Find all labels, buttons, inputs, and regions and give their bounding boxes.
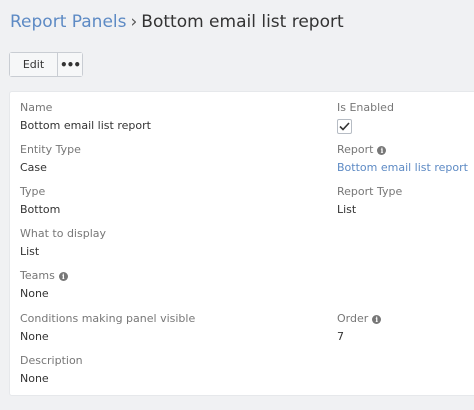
field-label: Order	[337, 312, 369, 325]
field-order: Order i 7	[337, 312, 382, 344]
more-actions-button[interactable]: •••	[58, 53, 82, 76]
field-label-wrapper: Teams i	[20, 269, 68, 283]
field-value: 7	[337, 330, 344, 343]
field-report: Report i Bottom email list report	[337, 143, 468, 175]
field-entity-type: Entity Type Case	[20, 143, 81, 175]
field-label: What to display	[20, 227, 106, 240]
field-report-type: Report Type List	[337, 185, 402, 217]
field-label-wrapper: Order i	[337, 312, 382, 326]
field-value: None	[20, 287, 49, 300]
field-label: Report	[337, 143, 374, 156]
field-value: None	[20, 372, 49, 385]
ellipsis-icon: •••	[59, 57, 81, 72]
field-conditions: Conditions making panel visible None	[20, 312, 195, 344]
field-value: Bottom	[20, 203, 61, 216]
field-value: Bottom email list report	[20, 119, 151, 132]
info-icon[interactable]: i	[377, 145, 387, 155]
field-label: Teams	[20, 269, 55, 282]
action-button-group: Edit •••	[9, 52, 83, 77]
is-enabled-checkbox	[337, 119, 352, 134]
breadcrumb-link-report-panels[interactable]: Report Panels	[10, 12, 126, 32]
field-label: Type	[20, 185, 46, 198]
info-icon[interactable]: i	[372, 314, 382, 324]
field-value: List	[20, 245, 40, 258]
field-is-enabled: Is Enabled	[337, 101, 394, 134]
field-type: Type Bottom	[20, 185, 60, 217]
field-name: Name Bottom email list report	[20, 101, 151, 133]
field-label: Description	[20, 354, 83, 367]
field-teams: Teams i None	[20, 269, 68, 301]
field-label-wrapper: Report i	[337, 143, 468, 157]
field-label: Name	[20, 101, 53, 114]
field-value: List	[337, 203, 357, 216]
info-icon[interactable]: i	[58, 271, 68, 281]
field-label: Entity Type	[20, 143, 81, 156]
field-label: Report Type	[337, 185, 403, 198]
edit-button[interactable]: Edit	[10, 53, 58, 76]
field-label: Is Enabled	[337, 101, 394, 114]
check-icon	[339, 122, 350, 131]
detail-panel: Name Bottom email list report Is Enabled…	[9, 91, 474, 396]
breadcrumb-separator: ›	[130, 12, 138, 32]
field-value: None	[20, 330, 49, 343]
field-what-to-display: What to display List	[20, 227, 106, 259]
field-label: Conditions making panel visible	[20, 312, 196, 325]
report-link[interactable]: Bottom email list report	[337, 161, 468, 175]
field-description: Description None	[20, 354, 83, 386]
breadcrumb: Report Panels › Bottom email list report	[10, 10, 344, 34]
field-value: Case	[20, 161, 47, 174]
page-title: Bottom email list report	[141, 12, 344, 32]
